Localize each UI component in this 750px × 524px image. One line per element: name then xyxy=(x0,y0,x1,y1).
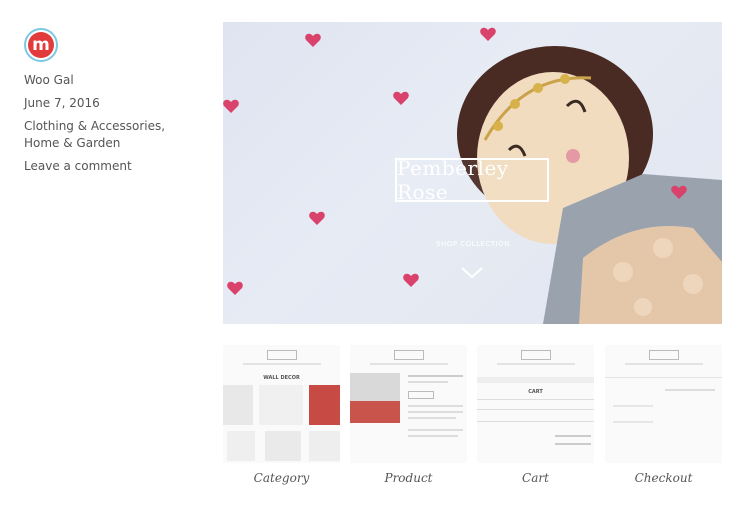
crown-flower xyxy=(560,74,570,84)
table-line xyxy=(477,421,594,422)
heart-icon xyxy=(309,211,325,225)
avatar-letter: m xyxy=(28,32,54,58)
thumbnail-checkout[interactable] xyxy=(605,345,722,463)
hero-image[interactable]: Pemberley Rose SHOP COLLECTION xyxy=(223,22,722,324)
product-thumb xyxy=(223,385,253,425)
total-line xyxy=(555,443,591,445)
caption-checkout: Checkout xyxy=(634,471,693,485)
chevron-down-icon[interactable] xyxy=(461,267,483,279)
text-line xyxy=(408,381,448,383)
text-line xyxy=(408,375,463,377)
lace-detail xyxy=(653,238,673,258)
form-line xyxy=(613,421,653,423)
wall-decor-heading: WALL DECOR xyxy=(263,375,300,381)
categories-list: Clothing & Accessories, Home & Garden xyxy=(24,118,209,152)
crown-flower xyxy=(510,99,520,109)
form-line xyxy=(665,389,715,391)
caption-cart: Cart xyxy=(522,471,549,485)
heart-icon xyxy=(480,27,496,41)
mini-logo xyxy=(267,350,297,360)
heart-icon xyxy=(403,273,419,287)
mini-logo xyxy=(649,350,679,360)
post-date-link[interactable]: June 7, 2016 xyxy=(24,95,209,112)
table-line xyxy=(477,409,594,410)
heart-icon xyxy=(393,91,409,105)
cart-heading: CART xyxy=(528,389,543,395)
product-thumb xyxy=(309,431,340,461)
form-line xyxy=(613,405,653,407)
product-thumb xyxy=(227,431,255,461)
leave-comment-link[interactable]: Leave a comment xyxy=(24,158,209,175)
table-line xyxy=(477,399,594,400)
text-line xyxy=(408,405,463,407)
text-line xyxy=(408,411,463,413)
cart-banner xyxy=(477,377,594,383)
category-link-home-garden[interactable]: Home & Garden xyxy=(24,135,209,152)
caption-product: Product xyxy=(384,471,433,485)
caption-category: Category xyxy=(253,471,310,485)
mini-logo xyxy=(521,350,551,360)
lace-detail xyxy=(613,262,633,282)
thumbnail-category[interactable]: WALL DECOR xyxy=(223,345,340,463)
doll-cheek xyxy=(566,149,580,163)
mini-nav xyxy=(243,363,321,365)
category-link-clothing[interactable]: Clothing & Accessories, xyxy=(24,118,209,135)
post-meta-sidebar: m Woo Gal June 7, 2016 Clothing & Access… xyxy=(24,28,209,181)
text-line xyxy=(408,435,458,437)
author-avatar[interactable]: m xyxy=(24,28,58,62)
mini-nav xyxy=(497,363,575,365)
product-image-detail xyxy=(350,401,400,423)
text-line xyxy=(408,417,456,419)
lace-detail xyxy=(683,274,703,294)
form-line xyxy=(605,377,722,378)
crown-flower xyxy=(533,83,543,93)
crown-flower xyxy=(493,121,503,131)
mini-logo xyxy=(394,350,424,360)
author-link[interactable]: Woo Gal xyxy=(24,72,209,89)
mini-nav xyxy=(370,363,448,365)
heart-icon xyxy=(305,33,321,47)
text-line xyxy=(408,429,463,431)
product-thumb xyxy=(265,431,301,461)
thumbnail-product[interactable] xyxy=(350,345,467,463)
add-to-cart-box xyxy=(408,391,434,399)
brand-title[interactable]: Pemberley Rose xyxy=(395,156,549,204)
thumbnail-cart[interactable]: CART xyxy=(477,345,594,463)
mini-nav xyxy=(625,363,703,365)
heart-icon xyxy=(223,99,239,113)
total-line xyxy=(555,435,591,437)
heart-icon xyxy=(227,281,243,295)
product-thumb xyxy=(259,385,303,425)
product-thumb xyxy=(309,385,340,425)
lace-detail xyxy=(634,298,652,316)
shop-collection-link[interactable]: SHOP COLLECTION xyxy=(423,240,523,248)
